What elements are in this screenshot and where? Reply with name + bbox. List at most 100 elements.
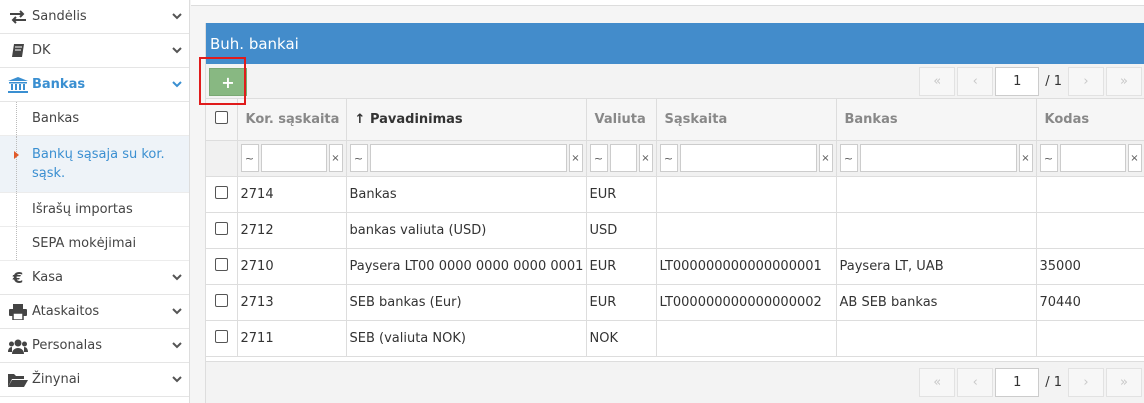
next-page-button[interactable]: › <box>1068 368 1104 397</box>
sidebar-item-label: DK <box>32 43 51 58</box>
cell-kodas: 35000 <box>1036 248 1144 285</box>
clear-filter-icon[interactable]: × <box>568 144 583 172</box>
sidebar-subitem-israsu-importas[interactable]: Išrašų importas <box>0 193 189 227</box>
filter-operator-button[interactable]: ~ <box>1039 144 1058 172</box>
cell-bankas <box>836 320 1037 357</box>
chevron-down-icon <box>172 274 182 281</box>
first-page-button[interactable]: « <box>919 67 956 96</box>
prev-page-button[interactable]: ‹ <box>957 368 994 397</box>
filter-input[interactable] <box>609 144 637 172</box>
page-input[interactable]: 1 <box>995 368 1040 397</box>
sidebar-item-bankas[interactable]: Bankas <box>0 68 189 102</box>
page-total: / 1 <box>1045 375 1062 390</box>
prev-page-button[interactable]: ‹ <box>957 67 994 96</box>
select-all-checkbox[interactable] <box>215 110 228 124</box>
filter-operator-button[interactable]: ~ <box>349 144 368 172</box>
filter-operator-button[interactable]: ~ <box>589 144 608 172</box>
panel-title: Buh. bankai <box>206 23 1144 64</box>
filter-input[interactable] <box>679 144 817 172</box>
clear-filter-icon[interactable]: × <box>1127 144 1142 172</box>
folder-open-icon <box>8 371 28 389</box>
column-header-bankas[interactable]: Bankas <box>836 99 1037 141</box>
row-checkbox[interactable] <box>215 293 228 307</box>
transfer-icon <box>8 8 28 26</box>
row-select-cell <box>206 248 238 285</box>
row-checkbox[interactable] <box>215 257 228 271</box>
last-page-button[interactable]: » <box>1106 67 1142 96</box>
table-row[interactable]: 2713 SEB bankas (Eur) EUR LT000000000000000… <box>206 284 1144 321</box>
book-icon <box>8 42 28 60</box>
filter-operator-button[interactable]: ~ <box>240 144 259 172</box>
header-row: Kor. sąskaita ↑ Pavadinimas Valiuta Sąsk… <box>206 99 1144 141</box>
table-row[interactable]: 2711 SEB (valiuta NOK) NOK <box>206 320 1144 357</box>
table-row[interactable]: 2714 Bankas EUR <box>206 176 1144 213</box>
cell-valiuta: EUR <box>586 284 657 321</box>
sidebar-subitem-banku-sasaja[interactable]: Bankų sąsaja su kor. sąsk. <box>0 136 189 193</box>
row-checkbox[interactable] <box>215 329 228 343</box>
sidebar-item-personalas[interactable]: Personalas <box>0 329 189 363</box>
clear-filter-icon[interactable]: × <box>818 144 833 172</box>
cell-pavadinimas: Paysera LT00 0000 0000 0000 0001 <box>346 248 587 285</box>
bank-accounts-panel: Buh. bankai + « ‹ 1 / 1 › » Kor. sąskait… <box>199 23 1144 403</box>
column-header-label: Pavadinimas <box>369 111 463 127</box>
chevron-down-icon <box>172 13 182 20</box>
chevron-down-icon <box>172 47 182 54</box>
column-header-pavadinimas[interactable]: ↑ Pavadinimas <box>346 99 587 141</box>
chevron-down-icon <box>172 81 182 88</box>
sidebar-item-zinynai[interactable]: Žinynai <box>0 363 189 397</box>
table-row[interactable]: 2712 bankas valiuta (USD) USD <box>206 212 1144 249</box>
next-page-button[interactable]: › <box>1068 67 1104 96</box>
sidebar-item-label: Personalas <box>32 338 103 353</box>
sidebar-item-label: Bankas <box>32 77 86 92</box>
cell-valiuta: NOK <box>586 320 657 357</box>
cell-kodas <box>1036 176 1144 213</box>
column-header-kor-saskaita[interactable]: Kor. sąskaita <box>237 99 347 141</box>
cell-saskaita: LT000000000000000001 <box>656 248 837 285</box>
column-header-kodas[interactable]: Kodas <box>1036 99 1144 141</box>
sidebar-item-dk[interactable]: DK <box>0 34 189 68</box>
filter-input[interactable] <box>369 144 567 172</box>
page-input[interactable]: 1 <box>995 67 1040 96</box>
chevron-down-icon <box>172 342 182 349</box>
pager-top: « ‹ 1 / 1 › » <box>919 67 1144 96</box>
page-total: / 1 <box>1045 74 1062 89</box>
column-header-saskaita[interactable]: Sąskaita <box>656 99 837 141</box>
column-header-valiuta[interactable]: Valiuta <box>586 99 657 141</box>
cell-valiuta: EUR <box>586 176 657 213</box>
sidebar-item-ataskaitos[interactable]: Ataskaitos <box>0 295 189 329</box>
last-page-button[interactable]: » <box>1106 368 1142 397</box>
cell-kor-saskaita: 2711 <box>237 320 347 357</box>
cell-kor-saskaita: 2714 <box>237 176 347 213</box>
cell-kor-saskaita: 2712 <box>237 212 347 249</box>
first-page-button[interactable]: « <box>919 368 956 397</box>
sidebar-item-kasa[interactable]: € Kasa <box>0 261 189 295</box>
filter-input[interactable] <box>1059 144 1126 172</box>
sidebar-subitem-label: Išrašų importas <box>32 202 133 217</box>
clear-filter-icon[interactable]: × <box>638 144 653 172</box>
filter-row: ~ × ~ × ~ × ~ × ~ × ~ × <box>206 140 1144 177</box>
row-select-cell <box>206 320 238 357</box>
cell-kor-saskaita: 2713 <box>237 284 347 321</box>
sidebar-item-sandelis[interactable]: Sandėlis <box>0 0 189 34</box>
sidebar-item-label: Sandėlis <box>32 9 87 24</box>
bank-accounts-table: Kor. sąskaita ↑ Pavadinimas Valiuta Sąsk… <box>206 99 1144 357</box>
clear-filter-icon[interactable]: × <box>1018 144 1033 172</box>
filter-operator-button[interactable]: ~ <box>839 144 858 172</box>
filter-cell: ~ × <box>836 140 1037 177</box>
sidebar-subitem-bankas[interactable]: Bankas <box>0 102 189 136</box>
row-checkbox[interactable] <box>215 221 228 235</box>
sidebar-subitem-sepa[interactable]: SEPA mokėjimai <box>0 227 189 261</box>
filter-input[interactable] <box>859 144 1017 172</box>
cell-pavadinimas: bankas valiuta (USD) <box>346 212 587 249</box>
clear-filter-icon[interactable]: × <box>328 144 343 172</box>
row-checkbox[interactable] <box>215 185 228 199</box>
row-select-cell <box>206 212 238 249</box>
cell-bankas <box>836 212 1037 249</box>
cell-kor-saskaita: 2710 <box>237 248 347 285</box>
cell-kodas <box>1036 320 1144 357</box>
table-row[interactable]: 2710 Paysera LT00 0000 0000 0000 0001 EUR L… <box>206 248 1144 285</box>
add-button[interactable]: + <box>209 68 247 96</box>
filter-cell: ~ × <box>586 140 657 177</box>
filter-input[interactable] <box>260 144 327 172</box>
filter-operator-button[interactable]: ~ <box>659 144 678 172</box>
